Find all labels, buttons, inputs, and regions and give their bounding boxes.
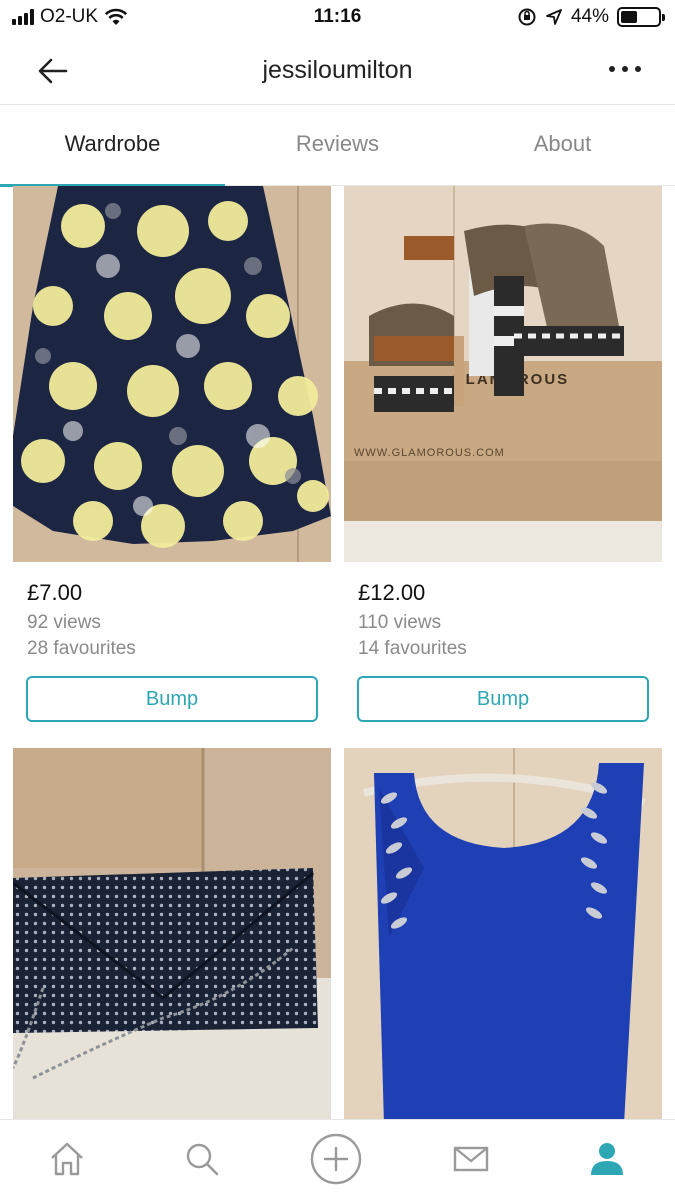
item-price: £7.00 [27,580,83,605]
location-arrow-icon [546,9,562,25]
battery-icon [617,7,665,27]
status-right: 44% [517,6,665,28]
more-dots-icon[interactable] [609,66,641,72]
item-views: 92 views [27,612,101,633]
bump-button[interactable]: Bump [26,676,318,722]
item-price: £12.00 [358,580,426,605]
item-views: 110 views [358,612,442,633]
status-bar: O2-UK 11:16 44% [0,0,675,36]
search-icon[interactable] [181,1138,223,1180]
item-favourites: 14 favourites [358,638,467,659]
platform-sandals-photo[interactable]: WWW.GLAMOROUS.COM GLAMOROUS [344,186,662,562]
home-icon[interactable] [46,1138,88,1180]
floral-skirt-photo[interactable] [13,186,331,562]
tab-wardrobe[interactable]: Wardrobe [0,105,225,187]
wardrobe-grid: £7.00 92 views 28 favourites Bump WWW.GL… [0,186,675,1120]
item-card[interactable] [13,748,331,1120]
tab-reviews[interactable]: Reviews [225,105,450,185]
item-card[interactable] [344,748,662,1120]
mail-icon[interactable] [450,1138,492,1180]
box-url-label: WWW.GLAMOROUS.COM [354,447,505,459]
bottom-nav [0,1119,675,1200]
profile-icon[interactable] [586,1138,628,1180]
profile-tabs: Wardrobe Reviews About [0,105,675,187]
battery-percent: 44% [570,6,609,27]
item-card[interactable]: WWW.GLAMOROUS.COM GLAMOROUS £12. [344,186,662,722]
add-icon[interactable] [309,1132,363,1186]
studded-clutch-photo[interactable] [13,748,331,1120]
page-title: jessiloumilton [262,56,413,84]
blue-embellished-top-photo[interactable] [344,748,662,1120]
item-favourites: 28 favourites [27,638,136,659]
bump-button[interactable]: Bump [357,676,649,722]
tab-about[interactable]: About [450,105,675,185]
orientation-lock-icon [518,8,536,26]
item-card[interactable]: £7.00 92 views 28 favourites Bump [13,186,331,722]
profile-header: jessiloumilton [0,36,675,105]
